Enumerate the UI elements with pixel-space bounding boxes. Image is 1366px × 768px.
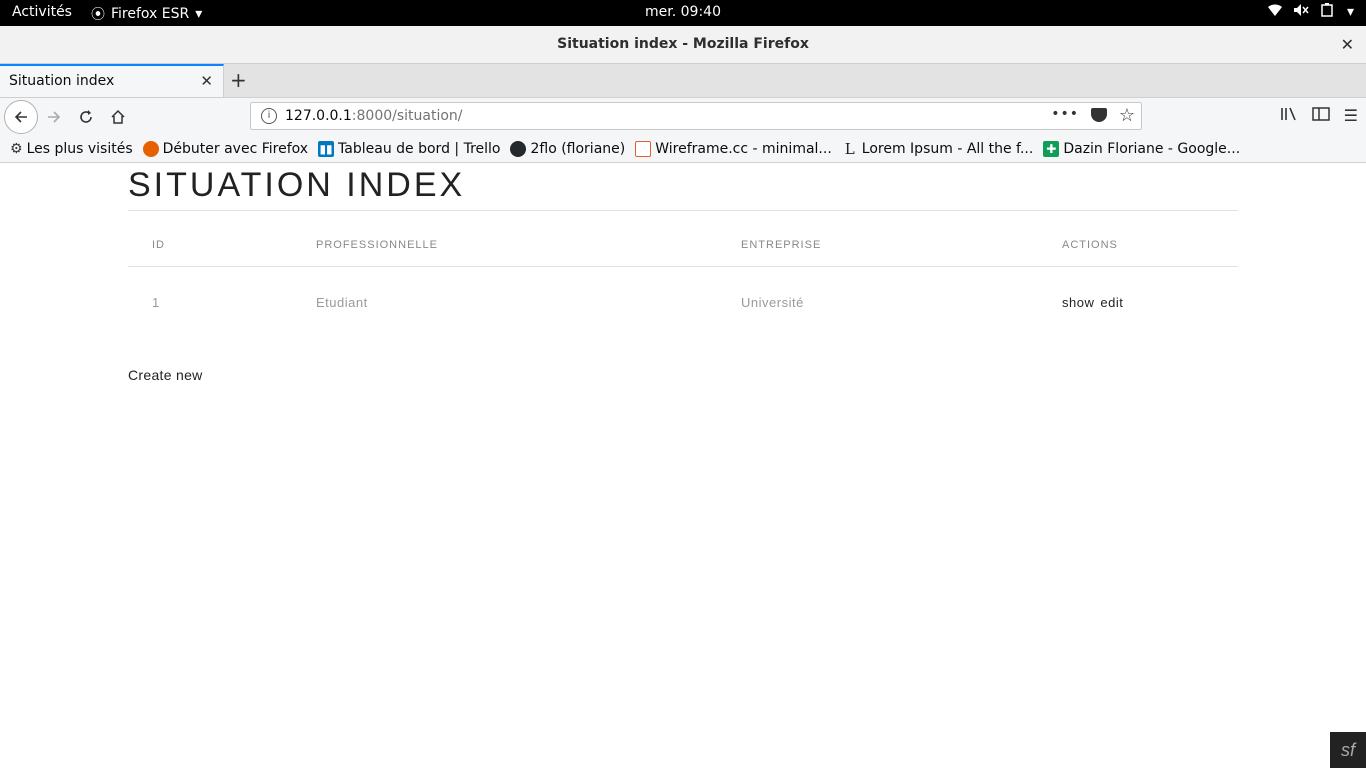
bookmark-label: Les plus visités (26, 141, 133, 157)
url-host: 127.0.0.1 (285, 108, 352, 124)
app-menu[interactable]: ⦿ Firefox ESR ▾ (91, 4, 202, 24)
column-header-professionnelle: PROFESSIONNELLE (292, 224, 717, 267)
bookmark-label: Débuter avec Firefox (162, 141, 309, 157)
page-title: SITUATION INDEX (128, 166, 466, 204)
bookmark-item[interactable]: ⚙ Les plus visités (10, 141, 133, 157)
bookmark-item[interactable]: ✚ Dazin Floriane - Google... (1043, 141, 1240, 157)
column-header-id: ID (128, 224, 292, 267)
bookmark-label: Wireframe.cc - minimal... (655, 141, 832, 157)
nav-bar: i 127.0.0.1:8000/situation/ ••• ☆ ☰ (0, 98, 1366, 136)
url-path: :8000/situation/ (351, 108, 463, 124)
bookmark-label: Dazin Floriane - Google... (1063, 141, 1241, 157)
battery-icon (1319, 3, 1337, 21)
gear-icon: ⚙ (10, 141, 23, 157)
trello-icon: ▮▮ (318, 141, 335, 157)
close-window-icon[interactable]: ✕ (1341, 35, 1354, 54)
window-title-bar: Situation index - Mozilla Firefox ✕ (0, 26, 1366, 64)
system-tray[interactable]: ▾ (1267, 3, 1354, 21)
tab-strip: Situation index ✕ + (0, 64, 1366, 98)
column-header-actions: ACTIONS (1038, 224, 1238, 267)
forward-button[interactable] (40, 103, 68, 131)
bookmark-label: Lorem Ipsum - All the f... (861, 141, 1034, 157)
chevron-down-icon: ▾ (195, 6, 203, 22)
bookmark-item[interactable]: 2flo (floriane) (510, 141, 625, 157)
github-icon (510, 141, 527, 157)
back-button[interactable] (4, 100, 38, 134)
home-button[interactable] (104, 103, 132, 131)
page-actions-icon[interactable]: ••• (1051, 106, 1079, 122)
bookmark-item[interactable]: ▮▮ Tableau de bord | Trello (318, 141, 500, 157)
table-header-row: ID PROFESSIONNELLE ENTREPRISE ACTIONS (128, 224, 1238, 267)
lorem-icon: L (844, 140, 855, 158)
bookmark-item[interactable]: L Lorem Ipsum - All the f... (842, 140, 1034, 158)
tab-situation-index[interactable]: Situation index ✕ (0, 64, 224, 97)
cell-id: 1 (152, 294, 160, 310)
cell-entreprise: Université (741, 294, 804, 310)
table-row: 1 Etudiant Université show edit (128, 267, 1238, 338)
bookmark-item[interactable]: Débuter avec Firefox (142, 141, 309, 157)
app-menu-label: Firefox ESR (111, 6, 190, 22)
close-tab-icon[interactable]: ✕ (200, 72, 213, 90)
bookmark-star-icon[interactable]: ☆ (1119, 105, 1135, 126)
divider (128, 210, 1238, 211)
sidebar-icon[interactable] (1311, 106, 1330, 126)
firefox-icon: ⦿ (91, 7, 105, 23)
bookmarks-toolbar: ⚙ Les plus visités Débuter avec Firefox … (0, 136, 1366, 163)
page-content: SITUATION INDEX ID PROFESSIONNELLE ENTRE… (0, 164, 1366, 768)
wireframe-icon (635, 141, 652, 157)
library-icon[interactable] (1280, 106, 1298, 126)
cell-professionnelle: Etudiant (316, 294, 368, 310)
wifi-icon (1267, 3, 1283, 21)
bookmark-label: 2flo (floriane) (530, 141, 626, 157)
system-top-bar: Activités ⦿ Firefox ESR ▾ mer. 09:40 ▾ (0, 0, 1366, 26)
tab-label: Situation index (9, 73, 115, 89)
pocket-icon[interactable] (1091, 108, 1107, 122)
google-sheets-icon: ✚ (1043, 141, 1060, 157)
volume-muted-icon (1293, 3, 1309, 21)
cell-actions: show edit (1038, 267, 1238, 338)
chevron-down-icon: ▾ (1346, 4, 1354, 20)
hamburger-menu-icon[interactable]: ☰ (1344, 106, 1358, 126)
new-tab-button[interactable]: + (230, 68, 247, 92)
edit-link[interactable]: edit (1100, 295, 1123, 310)
create-new-link[interactable]: Create new (128, 367, 203, 383)
reload-button[interactable] (72, 103, 100, 131)
window-title: Situation index - Mozilla Firefox (557, 36, 809, 52)
clock[interactable]: mer. 09:40 (645, 4, 721, 20)
column-header-entreprise: ENTREPRISE (717, 224, 1038, 267)
url-text[interactable]: 127.0.0.1:8000/situation/ (285, 108, 463, 124)
url-bar[interactable]: i 127.0.0.1:8000/situation/ ••• ☆ (250, 102, 1142, 130)
show-link[interactable]: show (1062, 295, 1094, 310)
firefox-icon (142, 141, 159, 157)
bookmark-label: Tableau de bord | Trello (338, 141, 501, 157)
situations-table: ID PROFESSIONNELLE ENTREPRISE ACTIONS 1 … (128, 224, 1238, 337)
info-icon[interactable]: i (261, 108, 277, 124)
symfony-toolbar-icon[interactable]: sf (1330, 732, 1366, 768)
activities-button[interactable]: Activités (12, 4, 72, 20)
bookmark-item[interactable]: Wireframe.cc - minimal... (635, 141, 832, 157)
